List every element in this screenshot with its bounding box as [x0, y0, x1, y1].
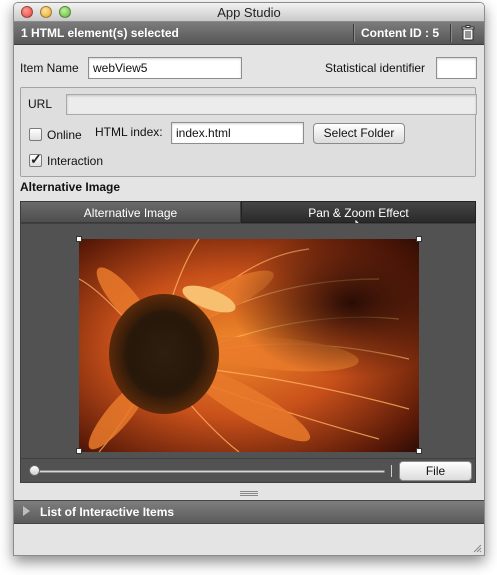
selection-bar-divider-2	[450, 24, 451, 42]
image-stage	[20, 223, 476, 459]
checkmark-icon: ✓	[30, 151, 42, 167]
trash-icon[interactable]	[460, 25, 476, 41]
statistical-identifier-label: Statistical identifier	[325, 61, 426, 75]
resize-handle-bottom-left[interactable]	[76, 448, 82, 454]
selection-status: 1 HTML element(s) selected	[21, 26, 179, 40]
slider-end-tick	[391, 465, 392, 477]
file-button[interactable]: File	[399, 461, 472, 481]
selection-bar-divider	[353, 24, 354, 42]
online-checkbox[interactable]	[29, 128, 42, 141]
alternative-image-heading: Alternative Image	[20, 180, 121, 194]
app-window: App Studio 1 HTML element(s) selected Co…	[13, 2, 485, 556]
url-field[interactable]	[66, 94, 477, 115]
interactive-items-disclosure[interactable]: List of Interactive Items	[14, 500, 484, 524]
disclosure-triangle-icon[interactable]	[23, 506, 30, 516]
statistical-identifier-field[interactable]	[436, 57, 477, 79]
select-folder-button[interactable]: Select Folder	[313, 123, 405, 144]
image-tabs: Alternative Image Pan & Zoom Effect	[20, 201, 476, 223]
item-name-field[interactable]: webView5	[88, 57, 242, 79]
zoom-slider-row: File	[20, 459, 476, 483]
resize-handle-top-right[interactable]	[416, 236, 422, 242]
resize-handle-bottom-right[interactable]	[416, 448, 422, 454]
html-index-label: HTML index:	[95, 125, 163, 139]
url-label: URL	[28, 97, 53, 111]
content-id-label: Content ID : 5	[361, 26, 439, 40]
window-title: App Studio	[217, 5, 281, 20]
zoom-slider-track[interactable]	[35, 470, 385, 473]
tab-alternative-image[interactable]: Alternative Image	[20, 201, 241, 223]
window-resize-grip-icon[interactable]	[472, 543, 482, 553]
zoom-slider-knob[interactable]	[29, 465, 40, 476]
splitter-grip-icon[interactable]	[240, 491, 258, 496]
title-bar[interactable]: App Studio	[14, 3, 484, 22]
interaction-label: Interaction	[47, 154, 104, 168]
item-name-label: Item Name	[20, 61, 79, 75]
selection-bar: 1 HTML element(s) selected Content ID : …	[14, 22, 484, 45]
online-label: Online	[47, 128, 82, 142]
html-index-field[interactable]: index.html	[171, 122, 304, 144]
url-settings-group: URL Online HTML index: index.html Select…	[20, 87, 477, 177]
interactive-items-label: List of Interactive Items	[40, 505, 175, 519]
interaction-checkbox[interactable]: ✓	[29, 151, 42, 167]
resize-handle-top-left[interactable]	[76, 236, 82, 242]
sunflower-image[interactable]	[79, 239, 419, 452]
